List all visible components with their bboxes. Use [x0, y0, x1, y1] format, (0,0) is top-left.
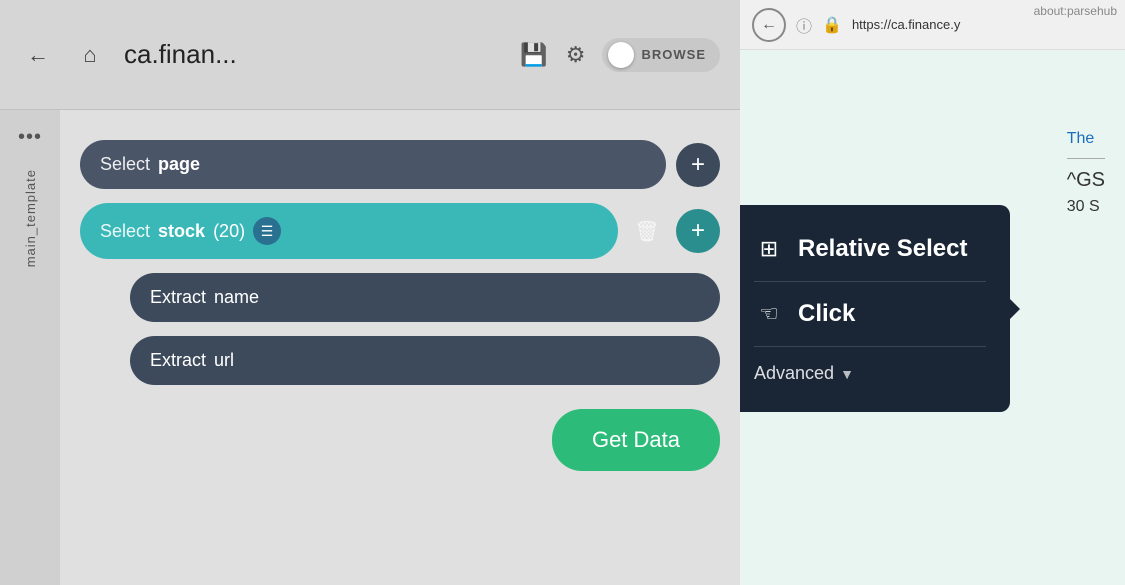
select-stock-row: Select stock (20) ☰ 🗑 +	[80, 203, 720, 259]
back-button[interactable]: ←	[20, 37, 56, 73]
toggle-circle	[608, 42, 634, 68]
get-data-button[interactable]: Get Data	[552, 409, 720, 471]
home-button[interactable]: ⌂	[72, 37, 108, 73]
save-icon[interactable]: 💾	[520, 42, 547, 68]
browse-toggle[interactable]: BROWSE	[602, 38, 721, 72]
select-page-row: Select page +	[80, 140, 720, 189]
add-stock-button[interactable]: +	[676, 209, 720, 253]
select-stock-block[interactable]: Select stock (20) ☰	[80, 203, 618, 259]
browser-back-icon: ←	[761, 16, 777, 34]
home-icon: ⌂	[83, 42, 96, 68]
click-icon: ☜	[754, 301, 784, 327]
select-page-keyword: Select	[100, 154, 150, 175]
relative-select-icon: ⊞	[754, 236, 784, 262]
get-data-container: Get Data	[80, 409, 720, 471]
advanced-item[interactable]: Advanced ▼	[754, 355, 986, 392]
list-icon: ☰	[253, 217, 281, 245]
browser-underline	[1067, 158, 1105, 159]
toolbar-icons: 💾 ⚙	[520, 42, 585, 68]
back-icon: ←	[27, 42, 49, 68]
browser-content: ⊞ Relative Select ☜ Click Advanced ▼ The…	[740, 50, 1125, 585]
extract-name-keyword: Extract	[150, 287, 206, 308]
browser-lock-icon: 🔒	[822, 15, 842, 35]
browser-text-line-3: 30 S	[1067, 198, 1105, 216]
select-stock-count: (20)	[213, 221, 245, 242]
advanced-label: Advanced	[754, 363, 834, 384]
extract-url-row: Extract url	[130, 336, 720, 385]
site-title: ca.finan...	[124, 39, 504, 70]
click-label: Click	[798, 300, 855, 328]
address-bar-title: about:parsehub	[1026, 0, 1125, 22]
sidebar-strip: ••• main_template	[0, 110, 60, 585]
advanced-arrow-icon: ▼	[840, 366, 854, 382]
extract-name-row: Extract name	[130, 273, 720, 322]
browser-back-button[interactable]: ←	[752, 8, 786, 42]
click-item[interactable]: ☜ Click	[754, 290, 986, 338]
right-panel: about:parsehub ← ⓘ 🔒 https://ca.finance.…	[740, 0, 1125, 585]
extract-name-block[interactable]: Extract name	[130, 273, 720, 322]
relative-select-item[interactable]: ⊞ Relative Select	[754, 225, 986, 273]
extract-name-value: name	[214, 287, 259, 308]
left-panel: ← ⌂ ca.finan... 💾 ⚙ BROWSE ••• main_temp…	[0, 0, 740, 585]
relative-select-label: Relative Select	[798, 235, 967, 263]
popup-tooltip: ⊞ Relative Select ☜ Click Advanced ▼	[740, 205, 1010, 412]
settings-icon[interactable]: ⚙	[566, 42, 586, 68]
sidebar-template-label: main_template	[23, 169, 38, 267]
delete-stock-button[interactable]: 🗑	[628, 212, 666, 250]
popup-divider-2	[754, 346, 986, 347]
select-page-value: page	[158, 154, 200, 175]
extract-url-block[interactable]: Extract url	[130, 336, 720, 385]
canvas-area: Select page + Select stock (20) ☰ 🗑 +	[60, 110, 740, 585]
main-content: ••• main_template Select page + Select s…	[0, 110, 740, 585]
extract-url-keyword: Extract	[150, 350, 206, 371]
browser-info-icon: ⓘ	[796, 13, 812, 37]
extract-url-value: url	[214, 350, 234, 371]
top-bar: ← ⌂ ca.finan... 💾 ⚙ BROWSE	[0, 0, 740, 110]
add-page-button[interactable]: +	[676, 143, 720, 187]
sidebar-dots: •••	[18, 126, 42, 149]
browse-label: BROWSE	[642, 47, 707, 62]
select-stock-keyword: Select	[100, 221, 150, 242]
select-page-block[interactable]: Select page	[80, 140, 666, 189]
browser-text-line-1: The	[1067, 130, 1105, 148]
popup-divider	[754, 281, 986, 282]
select-stock-value: stock	[158, 221, 205, 242]
browser-text-line-2: ^GS	[1067, 169, 1105, 192]
